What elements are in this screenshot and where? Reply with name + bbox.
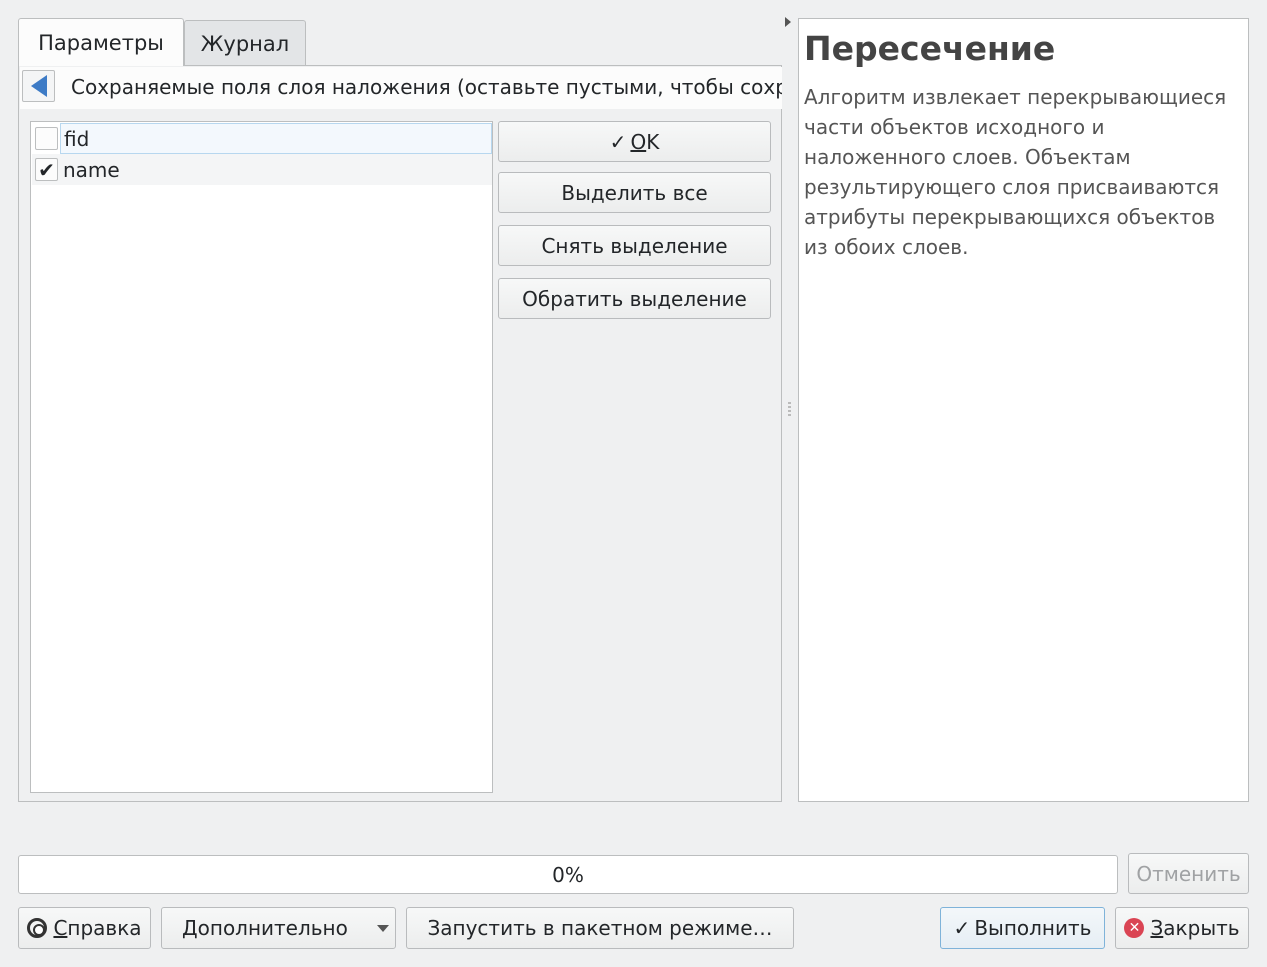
checkmark-icon: ✓ (609, 129, 627, 154)
help-title: Пересечение (804, 29, 1056, 68)
chevron-down-icon (377, 925, 389, 932)
close-mnemonic: З (1150, 916, 1164, 940)
list-item[interactable]: fid (32, 123, 492, 154)
deselect-label: Снять выделение (541, 233, 728, 258)
progress-bar: 0% (18, 855, 1118, 894)
field-label: name (63, 157, 120, 182)
field-selector-description: Сохраняемые поля слоя наложения (оставьт… (71, 75, 782, 99)
tab-log[interactable]: Журнал (184, 20, 306, 66)
parameters-panel: Сохраняемые поля слоя наложения (оставьт… (18, 65, 782, 802)
help-text: Алгоритм извлекает перекрывающиеся части… (804, 85, 1227, 259)
help-mnemonic: С (53, 916, 68, 940)
back-button[interactable] (22, 70, 55, 102)
help-panel: Пересечение Алгоритм извлекает перекрыва… (798, 18, 1249, 802)
splitter-collapse-icon[interactable] (785, 17, 791, 27)
cancel-label: Отменить (1136, 861, 1241, 886)
field-checkbox-fid[interactable] (35, 127, 58, 150)
help-label: правка (67, 916, 142, 940)
cancel-button[interactable]: Отменить (1128, 853, 1249, 894)
field-label: fid (64, 126, 90, 151)
progress-text: 0% (552, 862, 584, 887)
batch-mode-button[interactable]: Запустить в пакетном режиме… (406, 907, 794, 949)
field-list[interactable]: fid ✔ name (30, 121, 493, 793)
arrow-left-icon (30, 75, 47, 97)
ok-button-mnemonic: O (630, 129, 647, 154)
batch-mode-label: Запустить в пакетном режиме… (427, 916, 773, 940)
ok-button[interactable]: ✓ OK (498, 121, 771, 162)
checkmark-icon: ✔ (38, 157, 55, 182)
invert-selection-button[interactable]: Обратить выделение (498, 278, 771, 319)
run-button[interactable]: ✓ Выполнить (940, 907, 1105, 949)
tab-log-label: Журнал (200, 31, 290, 56)
select-all-label: Выделить все (561, 180, 708, 205)
field-selector-header: Сохраняемые поля слоя наложения (оставьт… (20, 67, 782, 109)
advanced-dropdown-button[interactable]: Дополнительно (161, 907, 396, 949)
lifebuoy-icon (27, 918, 48, 938)
select-all-button[interactable]: Выделить все (498, 172, 771, 213)
invert-selection-label: Обратить выделение (522, 286, 747, 311)
field-checkbox-name[interactable]: ✔ (35, 158, 58, 181)
close-button[interactable]: ✕ Закрыть (1115, 907, 1249, 949)
close-icon: ✕ (1124, 918, 1145, 938)
checkmark-icon: ✓ (953, 916, 971, 940)
close-label: акрыть (1163, 916, 1240, 940)
deselect-button[interactable]: Снять выделение (498, 225, 771, 266)
advanced-label: Дополнительно (182, 916, 348, 940)
tab-parameters[interactable]: Параметры (18, 18, 184, 66)
ok-button-label: K (646, 129, 660, 154)
tab-parameters-label: Параметры (38, 30, 164, 55)
help-button[interactable]: Справка (18, 907, 151, 949)
run-label: Выполнить (974, 916, 1092, 940)
list-item[interactable]: ✔ name (32, 154, 492, 185)
splitter-handle[interactable] (788, 402, 791, 418)
